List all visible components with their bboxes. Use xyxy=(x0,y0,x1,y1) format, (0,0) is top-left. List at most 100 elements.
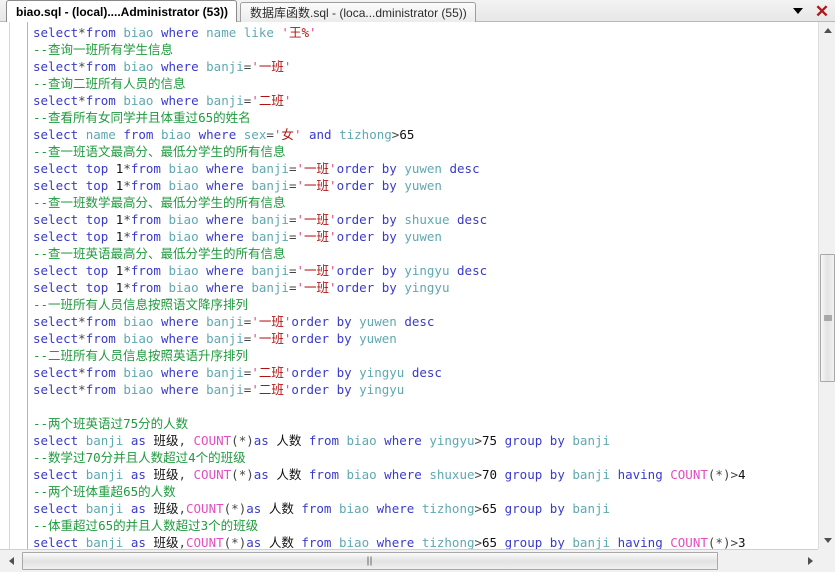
code-token: 65 xyxy=(482,535,498,549)
code-token: ' xyxy=(283,59,292,74)
code-token: select xyxy=(33,229,79,244)
code-token: order xyxy=(291,382,330,397)
code-scroll-viewport[interactable]: select*from biao where name like '王%' --查… xyxy=(29,22,818,549)
code-line: select top 1*from biao where banji='一班'o… xyxy=(33,160,746,177)
code-token: banji xyxy=(206,59,244,74)
code-line: select*from biao where banji='二班' xyxy=(33,92,746,109)
horizontal-scrollbar[interactable] xyxy=(0,549,835,572)
code-token: where xyxy=(160,331,199,346)
code-token: 班级 xyxy=(153,467,179,482)
code-token: from xyxy=(130,178,161,193)
code-token: where xyxy=(206,178,244,193)
code-token: 65 xyxy=(482,501,498,516)
scroll-down-button[interactable] xyxy=(819,532,835,549)
code-token: where xyxy=(160,382,199,397)
code-token: banji xyxy=(206,382,244,397)
tab-dropdown-button[interactable] xyxy=(787,1,809,21)
code-token: order xyxy=(336,280,375,295)
code-token: tizhong xyxy=(421,535,475,549)
code-token: yingyu xyxy=(404,263,450,278)
code-token: > xyxy=(474,433,483,448)
code-token: from xyxy=(85,314,116,329)
code-token: ' xyxy=(296,212,305,227)
code-token: ' xyxy=(296,178,305,193)
code-token: biao xyxy=(123,93,154,108)
code-token: yingyu xyxy=(404,280,450,295)
tab-label: biao.sql - (local)....Administrator (53)… xyxy=(16,4,229,19)
code-token: where xyxy=(206,280,244,295)
code-token: where xyxy=(160,25,199,40)
scroll-left-button[interactable] xyxy=(2,550,20,572)
close-tab-button[interactable]: ✕ xyxy=(811,1,833,21)
code-token: by xyxy=(549,467,565,482)
vertical-scrollbar-thumb[interactable] xyxy=(820,254,835,382)
code-token: select xyxy=(33,25,79,40)
editor-indicator-gutter[interactable] xyxy=(11,22,28,549)
code-token: (*) xyxy=(231,433,254,448)
code-token: where xyxy=(206,229,244,244)
code-token: by xyxy=(336,365,352,380)
tab-0[interactable]: biao.sql - (local)....Administrator (53)… xyxy=(6,0,238,22)
code-token: 人数 xyxy=(268,501,294,516)
vertical-scrollbar[interactable] xyxy=(818,22,835,549)
code-token: by xyxy=(381,178,397,193)
code-token: banji xyxy=(85,467,124,482)
code-token: top xyxy=(85,178,109,193)
code-token: --查一班数学最高分、最低分学生的所有信息 xyxy=(33,195,286,210)
code-token: desc xyxy=(457,263,488,278)
horizontal-scrollbar-thumb[interactable] xyxy=(22,552,718,570)
code-token: --查看所有女同学并且体重过 xyxy=(33,110,199,125)
code-token: (*) xyxy=(707,535,731,549)
code-token: 70 xyxy=(85,450,101,465)
code-token: 王% xyxy=(288,25,309,40)
code-token: banji xyxy=(251,229,289,244)
sql-code[interactable]: select*from biao where name like '王%' --查… xyxy=(33,24,746,549)
code-token: 分的人数 xyxy=(138,416,189,431)
code-token: select xyxy=(33,467,79,482)
code-token: COUNT xyxy=(193,467,232,482)
scroll-up-button[interactable] xyxy=(819,22,835,39)
code-token: where xyxy=(198,127,237,142)
code-token: ' xyxy=(329,229,337,244)
code-token: ' xyxy=(281,25,289,40)
code-token: ' xyxy=(296,161,305,176)
scroll-right-button[interactable] xyxy=(801,550,819,572)
code-token: 3 xyxy=(738,535,746,549)
code-token: select xyxy=(33,433,79,448)
code-token: where xyxy=(160,59,199,74)
code-line: select*from biao where name like '王%' xyxy=(33,24,746,41)
code-token: 一班 xyxy=(304,280,330,295)
scrollbar-grip-icon xyxy=(367,556,374,566)
code-token: where xyxy=(376,535,415,549)
code-line: --查一班英语最高分、最低分学生的所有信息 xyxy=(33,245,746,262)
code-token: select xyxy=(33,178,79,193)
code-token: 75 xyxy=(123,416,139,431)
code-token: ' xyxy=(329,263,337,278)
tab-1[interactable]: 数据库函数.sql - (loca...dministrator (55)) xyxy=(240,2,476,22)
code-token: from xyxy=(130,263,161,278)
code-token: 75 xyxy=(482,433,498,448)
code-token: order xyxy=(336,229,375,244)
code-line: --一班所有人员信息按照语文降序排列 xyxy=(33,296,746,313)
